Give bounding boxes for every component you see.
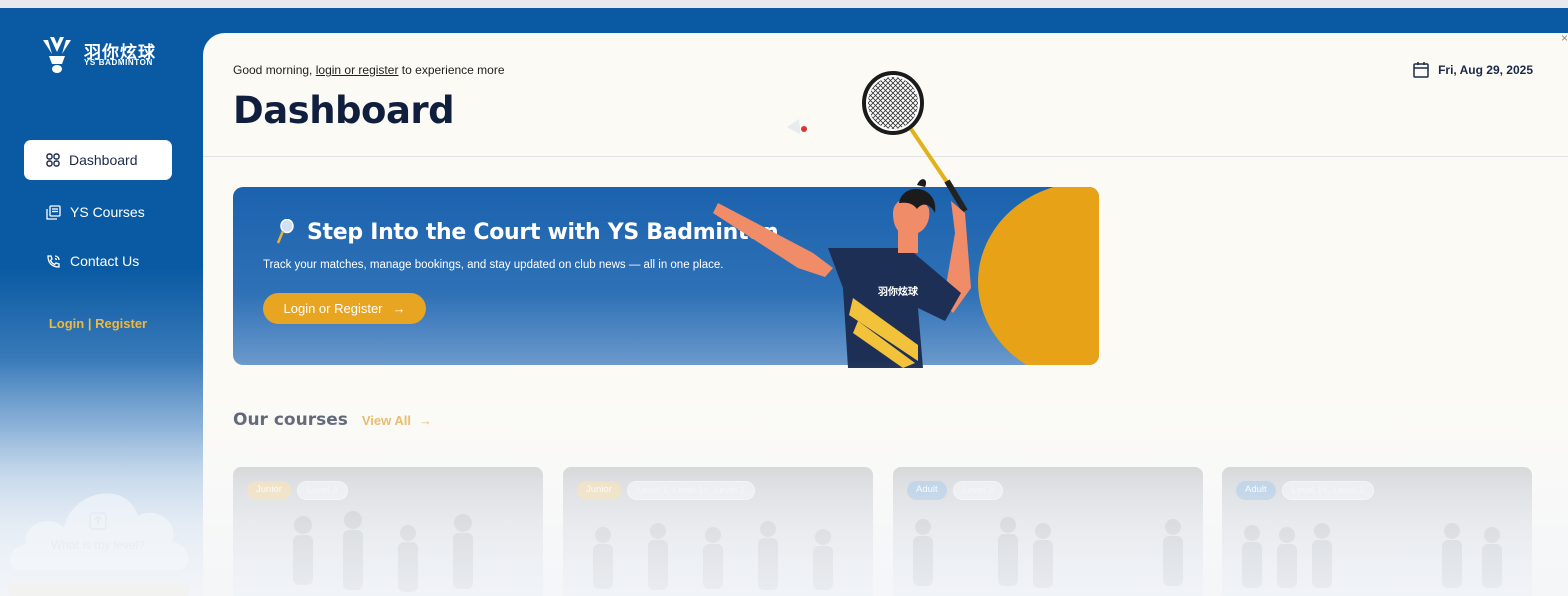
sidebar-item-label: Dashboard [69, 152, 138, 168]
course-category-badge: Junior [247, 481, 291, 500]
hero-subtitle: Track your matches, manage bookings, and… [263, 259, 724, 271]
shuttlecock-icon [787, 119, 807, 135]
sidebar-item-contact[interactable]: Contact Us [24, 241, 172, 281]
arrow-right-icon: → [392, 301, 406, 316]
course-card[interactable]: Adult Level 1+, Level 2 [1222, 467, 1532, 596]
calendar-icon [1413, 62, 1429, 78]
sidebar-bottom-bar [8, 584, 190, 596]
course-category-badge: Adult [1236, 481, 1276, 500]
view-all-label: View All [361, 412, 412, 428]
course-photo [593, 521, 833, 590]
course-category-badge: Junior [577, 481, 621, 500]
greeting: Good morning, login or register to exper… [233, 63, 505, 77]
course-level-badge: Level 1+, Level 2 [1281, 481, 1374, 500]
shirt-logo-text: 羽你炫球 [878, 285, 919, 298]
view-all-link[interactable]: View All → [362, 413, 432, 428]
arrow-right-icon: → [419, 412, 433, 428]
racket-emoji-icon [276, 219, 294, 244]
course-card[interactable]: Adult Level 3 [893, 467, 1203, 596]
close-icon[interactable]: × [1561, 31, 1568, 45]
upload-icon [89, 512, 107, 530]
sidebar-item-label: YS Courses [70, 204, 145, 220]
course-photo [1242, 523, 1502, 588]
greeting-prefix: Good morning, [233, 63, 313, 77]
window-top-strip [0, 0, 1568, 8]
sidebar: 羽你炫球 YS BADMINTON Dashboard YS Courses C… [0, 8, 200, 596]
course-level-badge: Level 1, Level 1+, Level 2 [626, 481, 755, 500]
courses-header: Our courses View All → [233, 410, 432, 430]
sidebar-item-dashboard[interactable]: Dashboard [24, 140, 172, 180]
shuttlecock-logo-icon [43, 37, 71, 73]
sidebar-item-courses[interactable]: YS Courses [24, 192, 172, 232]
main-panel: Good morning, login or register to exper… [203, 33, 1568, 596]
hero-button-label: Login or Register [283, 301, 383, 316]
dashboard-grid-icon [46, 153, 60, 167]
badminton-player-illustration: 羽你炫球 [713, 71, 971, 368]
course-level-badge: Level 3 [952, 481, 1004, 500]
course-card[interactable]: Junior Level 3 [233, 467, 543, 596]
course-photo [913, 517, 1183, 588]
course-tags: Junior Level 1, Level 1+, Level 2 [577, 481, 755, 500]
phone-icon [47, 254, 60, 268]
date-display: Fri, Aug 29, 2025 [1412, 61, 1533, 79]
course-tags: Junior Level 3 [247, 481, 348, 500]
hero-login-register-button[interactable]: Login or Register → [263, 293, 426, 324]
sidebar-item-label: Contact Us [70, 253, 140, 269]
course-level-badge: Level 3 [296, 481, 348, 500]
sidebar-login-register-link[interactable]: Login | Register [0, 316, 196, 331]
course-tags: Adult Level 1+, Level 2 [1236, 481, 1374, 500]
courses-icon [46, 204, 61, 220]
brand-name-en: YS BADMINTON [84, 58, 153, 67]
greeting-login-link[interactable]: login or register [316, 63, 399, 77]
level-prompt-link[interactable]: What is my level? [0, 538, 196, 552]
course-category-badge: Adult [907, 481, 947, 500]
brand-logo[interactable]: 羽你炫球 YS BADMINTON [40, 34, 170, 78]
greeting-suffix: to experience more [401, 63, 505, 77]
course-tags: Adult Level 3 [907, 481, 1004, 500]
courses-title: Our courses [233, 410, 348, 430]
course-photo [293, 511, 473, 592]
page-title: Dashboard [233, 89, 455, 132]
course-card[interactable]: Junior Level 1, Level 1+, Level 2 [563, 467, 873, 596]
date-text: Fri, Aug 29, 2025 [1438, 63, 1533, 77]
